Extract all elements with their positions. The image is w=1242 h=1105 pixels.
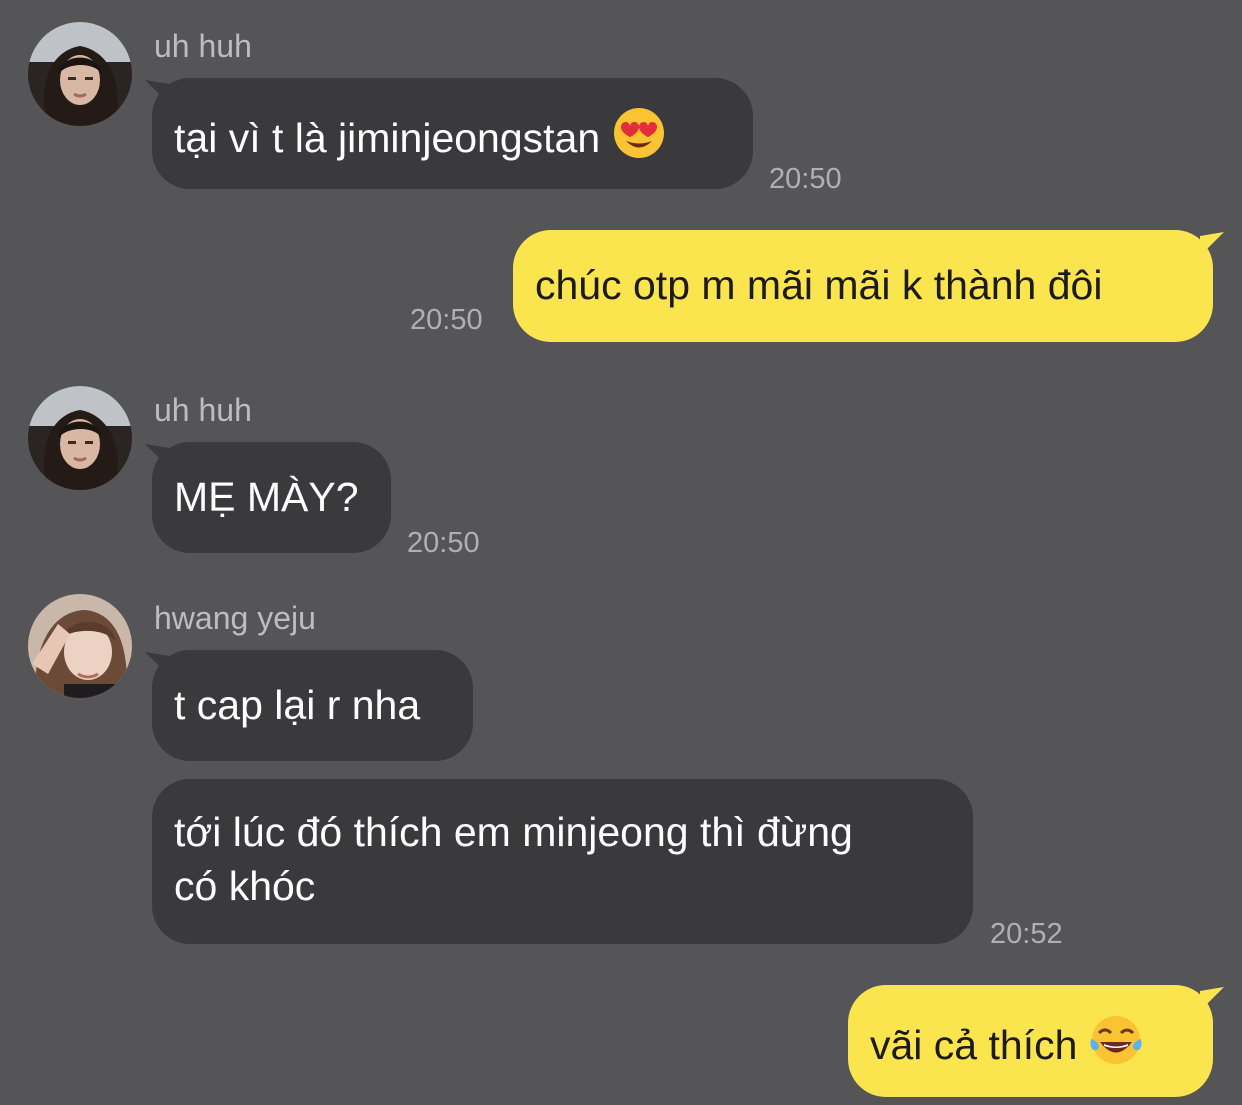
message-text: tại vì t là jiminjeongstan — [174, 115, 601, 161]
message-bubble[interactable]: tới lúc đó thích em minjeong thì đừng có… — [152, 779, 973, 944]
avatar-hwang-yeju[interactable] — [28, 594, 132, 698]
message-text: MẸ MÀY? — [174, 474, 359, 520]
message-text: t cap lại r nha — [174, 682, 421, 728]
avatar-uh-huh[interactable] — [28, 22, 132, 126]
message-text: vãi cả thích — [870, 1022, 1078, 1068]
bubble-tail — [1200, 987, 1224, 1011]
heart-eyes-emoji — [614, 108, 665, 158]
message-text-line: tới lúc đó thích em minjeong thì đừng — [174, 809, 853, 855]
message-bubble[interactable]: MẸ MÀY? — [152, 442, 391, 553]
message-timestamp: 20:50 — [410, 304, 483, 336]
message-bubble[interactable]: chúc otp m mãi mãi k thành đôi — [513, 230, 1213, 342]
message-bubble[interactable]: t cap lại r nha — [152, 650, 473, 761]
message-text: chúc otp m mãi mãi k thành đôi — [535, 262, 1103, 308]
message-timestamp: 20:50 — [769, 163, 842, 195]
message-bubble[interactable]: vãi cả thích — [848, 985, 1213, 1097]
sender-name: uh huh — [154, 28, 252, 64]
bubble-tail — [1200, 232, 1224, 256]
tears-of-joy-emoji — [1090, 1016, 1142, 1064]
sender-name: hwang yeju — [154, 600, 316, 636]
avatar-uh-huh[interactable] — [28, 386, 132, 490]
message-bubble[interactable]: tại vì t là jiminjeongstan — [152, 78, 753, 189]
sender-name: uh huh — [154, 392, 252, 428]
message-timestamp: 20:50 — [407, 527, 480, 559]
message-timestamp: 20:52 — [990, 918, 1063, 950]
message-text-line: có khóc — [174, 863, 316, 909]
